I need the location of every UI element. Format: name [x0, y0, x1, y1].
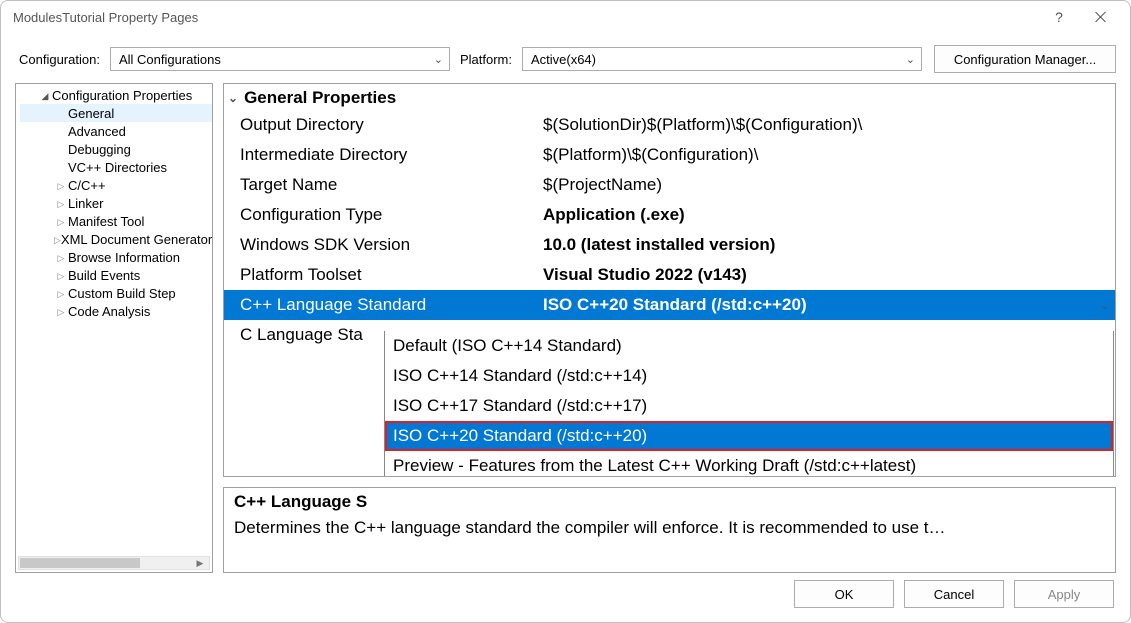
configuration-manager-button[interactable]: Configuration Manager...: [934, 45, 1116, 73]
grid-row[interactable]: Output Directory$(SolutionDir)$(Platform…: [224, 110, 1115, 140]
chevron-down-icon: ⌄: [434, 53, 443, 66]
property-description: C++ Language S Determines the C++ langua…: [223, 487, 1116, 573]
tree-item-label: C/C++: [68, 178, 106, 193]
tree-item[interactable]: General: [20, 104, 212, 122]
grid-section-header[interactable]: ⌄ General Properties: [224, 84, 1115, 110]
chevron-down-icon: ⌄: [228, 91, 238, 105]
chevron-down-icon: ⌄: [906, 53, 915, 66]
platform-select[interactable]: Active(x64) ⌄: [522, 47, 922, 71]
grid-row-label: Windows SDK Version: [224, 235, 539, 255]
tree-item-label: XML Document Generator: [61, 232, 212, 247]
tree-item-label: Custom Build Step: [68, 286, 176, 301]
tree-item-label: Advanced: [68, 124, 126, 139]
dialog-buttons: OK Cancel Apply: [794, 580, 1114, 608]
tree-item-label: Browse Information: [68, 250, 180, 265]
grid-row-label: C++ Language Standard: [224, 295, 539, 315]
close-icon: [1095, 11, 1107, 23]
tree-item[interactable]: Code Analysis: [20, 302, 212, 320]
cancel-button[interactable]: Cancel: [904, 580, 1004, 608]
tree-item-label: Linker: [68, 196, 103, 211]
tree-item[interactable]: Advanced: [20, 122, 212, 140]
grid-row-label: Target Name: [224, 175, 539, 195]
grid-row[interactable]: Intermediate Directory$(Platform)\$(Conf…: [224, 140, 1115, 170]
tree-root[interactable]: Configuration Properties: [20, 86, 212, 104]
tree-expander-icon[interactable]: [54, 304, 68, 318]
grid-row[interactable]: Target Name$(ProjectName): [224, 170, 1115, 200]
scrollbar-thumb[interactable]: [20, 558, 140, 568]
tree-item[interactable]: VC++ Directories: [20, 158, 212, 176]
grid-row-label: Platform Toolset: [224, 265, 539, 285]
property-grid[interactable]: ⌄ General Properties Output Directory$(S…: [223, 83, 1116, 477]
description-body: Determines the C++ language standard the…: [234, 512, 1105, 538]
tree-item-label: General: [68, 106, 114, 121]
help-button[interactable]: ?: [1038, 3, 1080, 31]
tree-item[interactable]: Manifest Tool: [20, 212, 212, 230]
grid-row-value[interactable]: $(SolutionDir)$(Platform)\$(Configuratio…: [539, 115, 1115, 135]
tree-item-label: Manifest Tool: [68, 214, 144, 229]
property-tree[interactable]: Configuration Properties General Advanced…: [15, 83, 213, 573]
window-title: ModulesTutorial Property Pages: [13, 10, 198, 25]
grid-row-label: Configuration Type: [224, 205, 539, 225]
configuration-value: All Configurations: [119, 52, 221, 67]
dropdown-option[interactable]: Preview - Features from the Latest C++ W…: [385, 451, 1113, 477]
tree-expander-icon[interactable]: [54, 250, 68, 264]
platform-value: Active(x64): [531, 52, 596, 67]
configuration-label: Configuration:: [19, 52, 100, 67]
tree-item[interactable]: Linker: [20, 194, 212, 212]
right-pane: ⌄ General Properties Output Directory$(S…: [223, 83, 1116, 573]
tree-item-label: Debugging: [68, 142, 131, 157]
tree-scrollbar[interactable]: ▶: [18, 556, 210, 570]
tree-root-label: Configuration Properties: [52, 88, 192, 103]
grid-row-label: Intermediate Directory: [224, 145, 539, 165]
grid-row[interactable]: Windows SDK Version10.0 (latest installe…: [224, 230, 1115, 260]
grid-row-value[interactable]: Visual Studio 2022 (v143): [539, 265, 1115, 285]
platform-label: Platform:: [460, 52, 512, 67]
tree-item[interactable]: Build Events: [20, 266, 212, 284]
grid-row-value[interactable]: $(ProjectName): [539, 175, 1115, 195]
dropdown-option[interactable]: ISO C++17 Standard (/std:c++17): [385, 391, 1113, 421]
language-standard-dropdown[interactable]: Default (ISO C++14 Standard)ISO C++14 St…: [384, 331, 1114, 477]
grid-row-value[interactable]: $(Platform)\$(Configuration)\: [539, 145, 1115, 165]
tree-item-label: VC++ Directories: [68, 160, 167, 175]
tree-item-label: Code Analysis: [68, 304, 150, 319]
tree-item[interactable]: Browse Information: [20, 248, 212, 266]
tree-item[interactable]: C/C++: [20, 176, 212, 194]
apply-button[interactable]: Apply: [1014, 580, 1114, 608]
grid-row[interactable]: Configuration TypeApplication (.exe): [224, 200, 1115, 230]
grid-row-value[interactable]: Application (.exe): [539, 205, 1115, 225]
dropdown-option[interactable]: Default (ISO C++14 Standard): [385, 331, 1113, 361]
grid-section-title: General Properties: [244, 88, 396, 108]
tree-item[interactable]: XML Document Generator: [20, 230, 212, 248]
ok-button[interactable]: OK: [794, 580, 894, 608]
grid-row-value[interactable]: ISO C++20 Standard (/std:c++20): [539, 295, 1095, 315]
tree-expander-icon[interactable]: [54, 196, 68, 210]
tree-expander-icon[interactable]: [54, 232, 61, 246]
tree-expander-icon[interactable]: [54, 286, 68, 300]
tree-item[interactable]: Custom Build Step: [20, 284, 212, 302]
tree-expander-icon[interactable]: [38, 88, 52, 102]
tree-expander-icon[interactable]: [54, 214, 68, 228]
tree-item[interactable]: Debugging: [20, 140, 212, 158]
description-title: C++ Language S: [234, 492, 1105, 512]
grid-row-value[interactable]: 10.0 (latest installed version): [539, 235, 1115, 255]
property-pages-dialog: ModulesTutorial Property Pages ? Configu…: [0, 0, 1131, 623]
tree-item-label: Build Events: [68, 268, 140, 283]
dropdown-option[interactable]: ISO C++20 Standard (/std:c++20): [385, 421, 1113, 451]
dialog-body: Configuration Properties General Advanced…: [1, 83, 1130, 573]
grid-row[interactable]: Platform ToolsetVisual Studio 2022 (v143…: [224, 260, 1115, 290]
tree-expander-icon[interactable]: [54, 268, 68, 282]
scroll-right-icon[interactable]: ▶: [193, 557, 207, 569]
tree-inner: Configuration Properties General Advanced…: [16, 84, 212, 330]
configuration-select[interactable]: All Configurations ⌄: [110, 47, 450, 71]
tree-expander-icon[interactable]: [54, 178, 68, 192]
grid-row[interactable]: C++ Language StandardISO C++20 Standard …: [224, 290, 1115, 320]
dropdown-button-icon[interactable]: ⌄: [1095, 299, 1115, 312]
dropdown-option[interactable]: ISO C++14 Standard (/std:c++14): [385, 361, 1113, 391]
grid-row-label: Output Directory: [224, 115, 539, 135]
config-bar: Configuration: All Configurations ⌄ Plat…: [1, 33, 1130, 83]
close-button[interactable]: [1080, 3, 1122, 31]
titlebar: ModulesTutorial Property Pages ?: [1, 1, 1130, 33]
